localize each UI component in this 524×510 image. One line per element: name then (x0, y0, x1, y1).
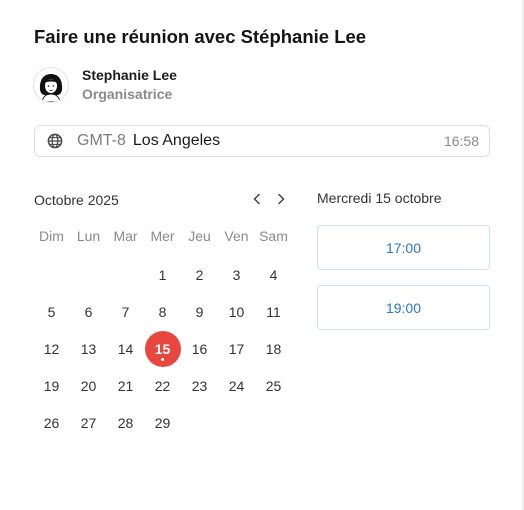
calendar-day[interactable]: 14 (107, 330, 144, 367)
calendar-day[interactable]: 19 (33, 367, 70, 404)
calendar-empty-cell (107, 256, 144, 293)
weekday-label: Dim (39, 228, 64, 244)
weekday-label: Mer (150, 228, 175, 244)
prev-month-button[interactable] (248, 190, 266, 208)
calendar-day[interactable]: 7 (107, 293, 144, 330)
calendar-day[interactable]: 21 (107, 367, 144, 404)
weekday-label: Lun (76, 228, 101, 244)
organizer: Stephanie Lee Organisatrice (33, 66, 177, 104)
weekday-label: Jeu (188, 228, 211, 244)
calendar-day[interactable]: 23 (181, 367, 218, 404)
weekday-label: Ven (224, 228, 249, 244)
timezone-city: Los Angeles (132, 132, 221, 149)
page-title: Faire une réunion avec Stéphanie Lee (34, 26, 367, 47)
calendar-empty-cell (33, 256, 70, 293)
organizer-name: Stephanie Lee (82, 67, 177, 83)
calendar-day[interactable]: 8 (144, 293, 181, 330)
calendar-day[interactable]: 6 (70, 293, 107, 330)
calendar-day[interactable]: 3 (218, 256, 255, 293)
calendar-days-grid: 1 2 3 4 5 6 7 8 9 10 11 12 13 14 15 16 17 18 19 20 21 22 23 24 2… (33, 256, 292, 441)
next-month-button[interactable] (272, 190, 290, 208)
time-slot-button[interactable]: 19:00 (317, 285, 490, 330)
calendar-day[interactable]: 13 (70, 330, 107, 367)
calendar-empty-cell (70, 256, 107, 293)
calendar-day[interactable]: 26 (33, 404, 70, 441)
organizer-role: Organisatrice (82, 86, 173, 102)
calendar-day[interactable]: 9 (181, 293, 218, 330)
globe-icon (47, 133, 63, 149)
selected-day-marker: 15 (144, 330, 181, 367)
current-time: 16:58 (443, 133, 479, 149)
calendar-day[interactable]: 24 (218, 367, 255, 404)
calendar-day[interactable]: 4 (255, 256, 292, 293)
calendar-day[interactable]: 16 (181, 330, 218, 367)
calendar-day[interactable]: 10 (218, 293, 255, 330)
chevron-right-icon (278, 193, 285, 205)
calendar-day[interactable]: 29 (144, 404, 181, 441)
weekday-header: Dim Lun Mar Mer Jeu Ven Sam (33, 228, 292, 244)
calendar-day[interactable]: 17 (218, 330, 255, 367)
calendar-day[interactable]: 1 (144, 256, 181, 293)
calendar-day-selected[interactable]: 15 (144, 330, 181, 367)
month-label: Octobre 2025 (34, 192, 119, 208)
avatar-illustration-icon (39, 74, 63, 102)
timezone-selector[interactable]: GMT-8 Los Angeles 16:58 (34, 125, 490, 157)
calendar-day[interactable]: 5 (33, 293, 70, 330)
timezone-offset: GMT-8 (77, 132, 126, 149)
calendar-day[interactable]: 11 (255, 293, 292, 330)
selected-date-label: Mercredi 15 octobre (317, 190, 442, 206)
chevron-left-icon (253, 193, 260, 205)
calendar-day[interactable]: 22 (144, 367, 181, 404)
calendar-day[interactable]: 2 (181, 256, 218, 293)
weekday-label: Mar (113, 228, 138, 244)
weekday-label: Sam (259, 228, 288, 244)
calendar-day[interactable]: 28 (107, 404, 144, 441)
calendar-day[interactable]: 18 (255, 330, 292, 367)
calendar-day[interactable]: 20 (70, 367, 107, 404)
calendar-day[interactable]: 12 (33, 330, 70, 367)
time-slot-button[interactable]: 17:00 (317, 225, 490, 270)
calendar-day[interactable]: 27 (70, 404, 107, 441)
avatar (33, 67, 69, 103)
calendar-day[interactable]: 25 (255, 367, 292, 404)
